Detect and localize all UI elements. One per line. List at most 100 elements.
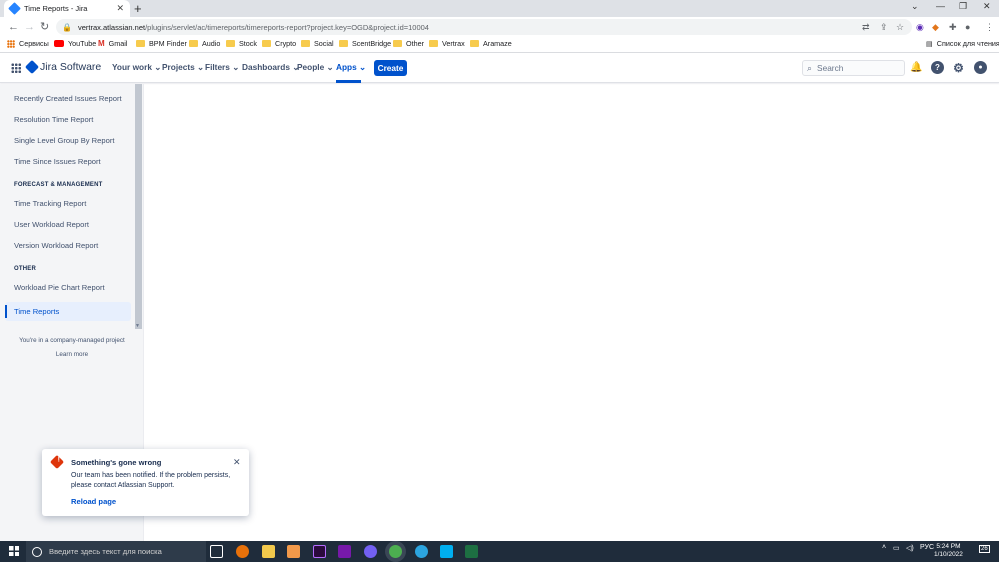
translate-icon[interactable]: ⇄ [862, 20, 870, 34]
share-icon[interactable]: ⇪ [880, 20, 888, 34]
scroll-down-icon[interactable]: ▼ [135, 323, 140, 329]
sidebar-item-resolution-time[interactable]: Resolution Time Report [14, 115, 93, 124]
network-icon[interactable]: ▭ [893, 544, 900, 552]
tab-search-icon[interactable]: ⌄ [911, 1, 919, 12]
close-icon[interactable]: ✕ [233, 457, 241, 468]
sidebar-item-time-reports[interactable]: Time Reports [5, 302, 131, 321]
notification-center-icon[interactable]: 26 [979, 545, 990, 553]
folder-icon [262, 40, 271, 47]
folder-icon [189, 40, 198, 47]
bookmark-vertrax[interactable]: Vertrax [429, 39, 465, 48]
reading-list-icon: ▤ [926, 39, 933, 48]
taskbar-search[interactable]: Введите здесь текст для поиска [26, 541, 206, 562]
reload-icon[interactable]: ↻ [40, 20, 49, 34]
bookmark-social[interactable]: Social [301, 39, 334, 48]
bookmark-services[interactable]: Сервисы [7, 39, 49, 48]
app-switcher-icon[interactable] [11, 63, 21, 73]
task-view-icon[interactable] [210, 545, 223, 558]
extension-icon[interactable]: ◉ [916, 20, 924, 34]
browser-tab-strip: Time Reports - Jira ✕ + ⌄ — ❐ ✕ [0, 0, 999, 17]
media-player-icon[interactable] [287, 545, 300, 558]
bookmark-youtube[interactable]: YouTube [54, 39, 96, 48]
volume-icon[interactable]: ◁) [906, 544, 914, 552]
reload-page-link[interactable]: Reload page [71, 497, 116, 506]
folder-icon [429, 40, 438, 47]
active-nav-indicator [336, 80, 361, 83]
bookmark-audio[interactable]: Audio [189, 39, 220, 48]
close-tab-icon[interactable]: ✕ [116, 3, 124, 14]
clock-date: 1/10/2022 [934, 551, 963, 558]
sidebar-scrollbar[interactable] [135, 84, 142, 329]
taskbar-clock[interactable]: 5:24 PM 1/10/2022 [934, 543, 963, 559]
excel-icon[interactable] [465, 545, 478, 558]
sidebar-item-recently-created[interactable]: Recently Created Issues Report [14, 94, 122, 103]
bookmarks-bar: Сервисы YouTube M Gmail BPM Finder Audio … [0, 37, 999, 53]
jira-logo-icon [24, 59, 40, 75]
clock-time: 5:24 PM [936, 543, 961, 550]
telegram-icon[interactable] [415, 545, 428, 558]
folder-icon [301, 40, 310, 47]
show-hidden-icons-icon[interactable]: ˄ [882, 544, 886, 551]
jira-logo[interactable]: Jira Software [24, 59, 102, 75]
youtube-icon [54, 40, 64, 47]
search-input[interactable]: ⌕ Search [802, 60, 905, 76]
bookmark-bpm-finder[interactable]: BPM Finder [136, 39, 187, 48]
chrome-icon[interactable] [389, 545, 402, 558]
sidebar-item-version-workload[interactable]: Version Workload Report [14, 241, 98, 250]
nav-people[interactable]: People ⌄ [297, 62, 333, 72]
sidebar-item-workload-pie[interactable]: Workload Pie Chart Report [14, 283, 105, 292]
forward-icon[interactable]: → [24, 20, 35, 34]
bookmark-stock[interactable]: Stock [226, 39, 257, 48]
create-button[interactable]: Create [374, 60, 407, 76]
bookmark-other[interactable]: Other [393, 39, 424, 48]
learn-more-link[interactable]: Learn more [0, 351, 144, 358]
extensions-puzzle-icon[interactable]: ✚ [949, 20, 957, 34]
error-flag: ! Something's gone wrong ✕ Our team has … [42, 449, 249, 516]
bookmark-scentbridge[interactable]: ScentBridge [339, 39, 391, 48]
bookmark-aramaze[interactable]: Aramaze [470, 39, 512, 48]
restore-icon[interactable]: ❐ [959, 1, 967, 12]
gmail-icon: M [98, 39, 105, 48]
bookmark-gmail[interactable]: M Gmail [98, 39, 127, 48]
profile-avatar-icon[interactable]: ● [965, 20, 970, 34]
browser-tab[interactable]: Time Reports - Jira ✕ [4, 0, 130, 17]
back-icon[interactable]: ← [8, 20, 19, 34]
sidebar-item-label: Time Reports [14, 307, 60, 316]
nav-projects[interactable]: Projects ⌄ [162, 62, 204, 72]
sidebar-item-time-tracking[interactable]: Time Tracking Report [14, 199, 86, 208]
settings-gear-icon[interactable]: ⚙ [952, 61, 965, 75]
address-bar-row: ← → ↻ 🔒 vertrax.atlassian.net /plugins/s… [0, 17, 999, 37]
bookmark-star-icon[interactable]: ☆ [896, 20, 904, 34]
new-tab-icon[interactable]: + [134, 1, 142, 16]
firefox-icon[interactable] [236, 545, 249, 558]
user-avatar[interactable]: ● [974, 61, 987, 74]
windows-start-icon[interactable] [9, 546, 19, 556]
chrome-menu-icon[interactable]: ⋮ [985, 20, 994, 34]
minimize-icon[interactable]: — [936, 1, 945, 11]
language-indicator[interactable]: РУС [920, 544, 934, 551]
nav-filters[interactable]: Filters ⌄ [205, 62, 239, 72]
nav-dashboards[interactable]: Dashboards ⌄ [242, 62, 299, 72]
folder-icon [136, 40, 145, 47]
file-explorer-icon[interactable] [262, 545, 275, 558]
windows-taskbar: Введите здесь текст для поиска ˄ ▭ ◁) РУ… [0, 541, 999, 562]
premiere-icon[interactable] [313, 545, 326, 558]
onenote-icon[interactable] [338, 545, 351, 558]
help-icon[interactable]: ? [931, 61, 944, 74]
folder-icon [393, 40, 402, 47]
notifications-bell-icon[interactable]: 🔔 [910, 61, 923, 74]
sidebar-item-single-level-group[interactable]: Single Level Group By Report [14, 136, 114, 145]
nav-apps[interactable]: Apps ⌄ [336, 62, 366, 72]
sidebar-item-user-workload[interactable]: User Workload Report [14, 220, 89, 229]
bookmark-crypto[interactable]: Crypto [262, 39, 296, 48]
metamask-icon[interactable]: ◆ [932, 20, 939, 34]
active-indicator [5, 305, 7, 318]
close-window-icon[interactable]: ✕ [983, 1, 991, 12]
sidebar-item-time-since[interactable]: Time Since Issues Report [14, 157, 101, 166]
nav-your-work[interactable]: Your work ⌄ [112, 62, 161, 72]
product-name: Jira Software [40, 61, 102, 73]
viber-icon[interactable] [364, 545, 377, 558]
omnibox[interactable]: 🔒 vertrax.atlassian.net /plugins/servlet… [56, 19, 912, 35]
reading-list[interactable]: ▤ Список для чтения [926, 39, 999, 48]
skype-icon[interactable] [440, 545, 453, 558]
